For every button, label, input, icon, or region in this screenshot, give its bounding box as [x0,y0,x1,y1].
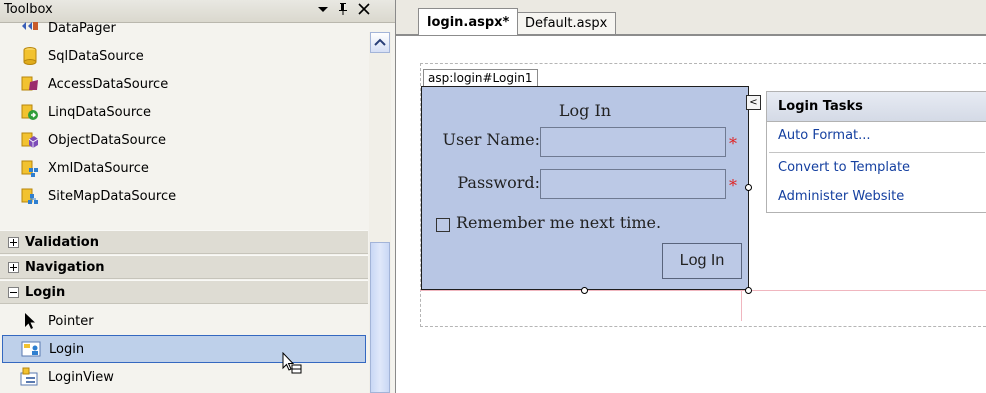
toolbox-item-label: ObjectDataSource [48,132,167,148]
toolbox-item-sqldatasource[interactable]: SqlDataSource [2,42,366,70]
password-label: Password: [457,173,540,192]
login-button[interactable]: Log In [662,243,742,279]
tasks-title: Login Tasks [767,92,986,122]
resize-handle[interactable] [745,184,752,191]
login-control-icon [21,341,41,357]
alignment-guide [420,290,986,291]
toolbox-item-sitemapdatasource[interactable]: SiteMapDataSource [2,182,366,210]
control-tag-label: asp:login#Login1 [423,69,538,86]
auto-format-link[interactable]: Auto Format... [778,128,871,143]
toolbox-group-navigation[interactable]: Navigation [0,255,368,279]
remember-label: Remember me next time. [456,213,662,232]
toolbox-group-login[interactable]: Login [0,280,368,304]
mouse-cursor-icon [282,352,302,374]
username-field[interactable] [540,127,726,157]
tab-default-aspx[interactable]: Default.aspx [516,12,617,34]
password-field[interactable] [540,169,726,199]
toolbox-item-login[interactable]: Login [2,335,366,363]
toolbox-item-label: SqlDataSource [48,48,144,64]
required-marker: * [729,176,737,195]
toolbox-item-label: XmlDataSource [48,160,149,176]
toolbox-group-label: Navigation [25,259,105,275]
login-tasks-panel: Login Tasks Auto Format... Convert to Te… [766,91,986,213]
design-surface[interactable]: asp:login#Login1 Log In User Name: * Pas… [396,36,986,393]
toolbox-item-label: SiteMapDataSource [48,188,177,204]
scrollbar-thumb[interactable] [370,242,390,393]
username-label: User Name: [442,130,540,149]
toolbox-item-label: DataPager [48,20,116,36]
login-control[interactable]: Log In User Name: * Password: * Remember… [421,86,749,290]
datapager-icon [22,22,38,30]
toolbox-item-label: LoginView [48,369,114,385]
toolbox-item-objectdatasource[interactable]: ObjectDataSource [2,126,366,154]
convert-to-template-link[interactable]: Convert to Template [778,160,910,175]
required-marker: * [729,134,737,153]
tasks-divider [769,152,985,153]
toolbox-item-linqdatasource[interactable]: LinqDataSource [2,98,366,126]
toolbox-group-label: Validation [25,234,99,250]
toolbox-item-pointer[interactable]: Pointer [2,307,366,335]
toolbox-item-label: Login [49,341,85,357]
xmldatasource-icon [21,160,38,177]
scroll-up-button[interactable] [370,32,390,53]
document-tabstrip: login.aspx* Default.aspx [396,0,986,36]
toolbox-panel: Toolbox DataPager SqlDataSource AccessDa… [0,0,396,393]
pointer-icon [25,313,35,329]
login-title: Log In [558,101,612,120]
objectdatasource-icon [21,132,39,148]
accessdatasource-icon [21,76,38,91]
toolbox-item-list: DataPager SqlDataSource AccessDataSource… [0,21,368,393]
toolbox-scrollbar[interactable] [369,32,391,393]
sitemapdatasource-icon [21,188,38,204]
toolbox-item-datapager[interactable]: DataPager [2,14,366,42]
toolbox-item-xmldatasource[interactable]: XmlDataSource [2,154,366,182]
toolbox-group-label: Login [25,284,66,300]
expand-icon[interactable] [8,261,19,273]
editor-area: login.aspx* Default.aspx asp:login#Login… [396,0,986,393]
sqldatasource-icon [23,47,37,65]
toolbox-item-label: LinqDataSource [48,104,152,120]
resize-handle[interactable] [745,287,752,294]
resize-handle[interactable] [581,287,588,294]
administer-website-link[interactable]: Administer Website [778,189,904,204]
expand-icon[interactable] [8,236,19,248]
smart-tag-button[interactable]: < [746,95,761,110]
linqdatasource-icon [21,104,38,120]
loginview-icon [20,367,38,386]
toolbox-item-loginview[interactable]: LoginView [2,363,366,391]
toolbox-group-validation[interactable]: Validation [0,230,368,254]
remember-checkbox[interactable] [436,218,450,232]
collapse-icon[interactable] [8,286,19,298]
toolbox-item-label: AccessDataSource [48,76,169,92]
tab-login-aspx[interactable]: login.aspx* [418,8,519,35]
toolbox-item-accessdatasource[interactable]: AccessDataSource [2,70,366,98]
toolbox-item-label: Pointer [48,313,94,329]
